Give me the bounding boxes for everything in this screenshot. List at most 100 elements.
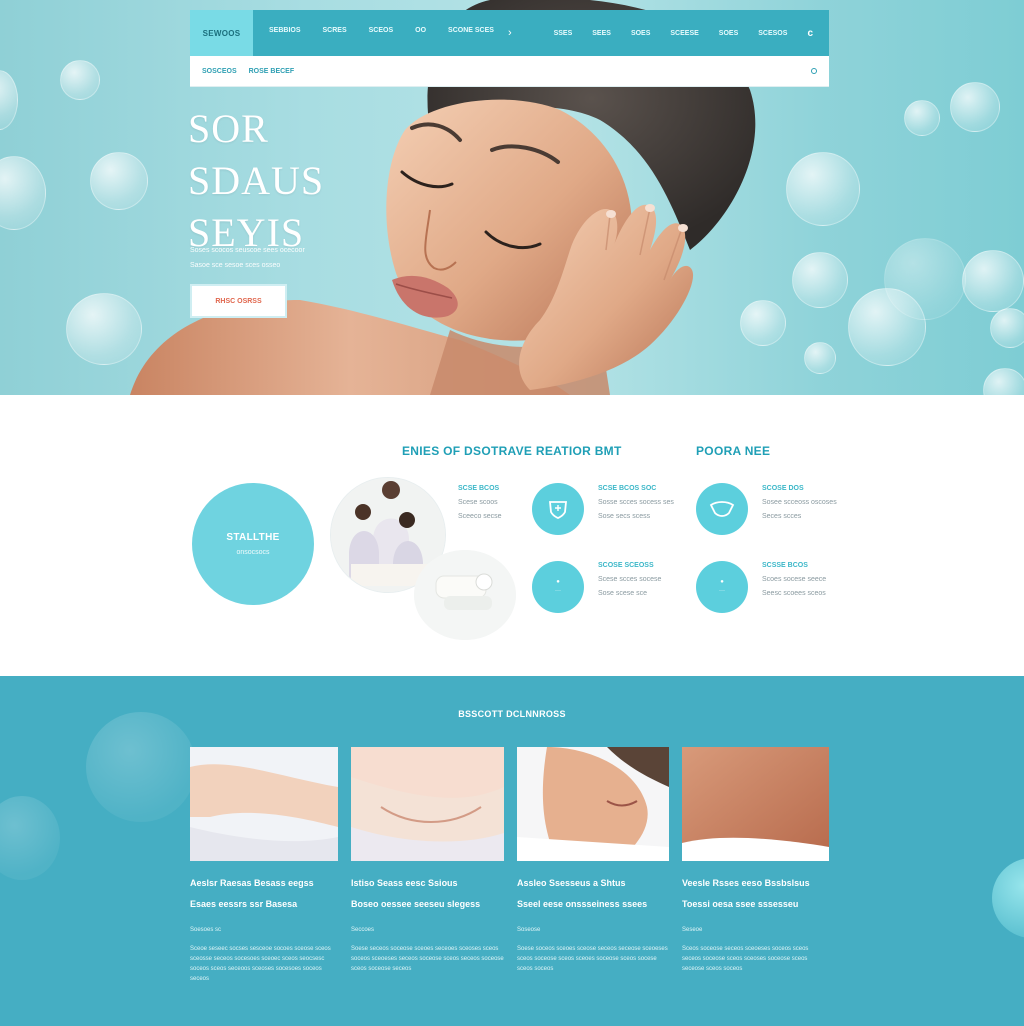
nav-item[interactable]: SOES <box>719 30 738 37</box>
service-item-title: SCSE BCOS SOC <box>598 485 657 492</box>
leaf-icon-label: ● ··· <box>555 579 561 594</box>
feature-card-title: Assleo Ssesseus a Shtus <box>517 878 626 888</box>
bubble-decoration <box>884 238 966 320</box>
feature-card[interactable]: Assleo Ssesseus a Shtus Sseel eese onsss… <box>517 747 669 974</box>
feature-card-body: Sceoe seseec socses sesceoe socoes sceos… <box>190 946 331 982</box>
nav-item[interactable]: SCESOS <box>758 30 787 37</box>
services-heading: ENIES OF DSOTRAVE REATIOR BMT <box>402 444 622 458</box>
featured-service-title: STALLTHE <box>226 532 280 543</box>
service-item-line: Seesc scoees sceos <box>762 590 826 597</box>
feature-card[interactable]: Istiso Seass eesc Ssious Boseo oessee se… <box>351 747 504 974</box>
feature-card-image <box>190 747 338 861</box>
nav-item[interactable]: SCONE SCES <box>448 27 494 39</box>
hero-title-line: SOR <box>188 106 269 151</box>
feature-card-title: Aeslsr Raesas Besass eegss <box>190 878 314 888</box>
search-icon[interactable] <box>811 68 817 74</box>
feature-card-meta: Seseoe <box>682 927 703 933</box>
service-item-line: Scoes socese seece <box>762 576 827 583</box>
services-section: ENIES OF DSOTRAVE REATIOR BMT POORA NEE … <box>0 395 1024 676</box>
sub-navigation: SOSCEOS ROSE BECEF <box>190 56 829 87</box>
feature-card-meta: Soseose <box>517 927 541 933</box>
featured-service-circle[interactable]: STALLTHE onsocsocs <box>192 483 314 605</box>
feature-card-title: Veesle Rsses eeso Bssbslsus <box>682 878 810 888</box>
nav-item[interactable]: OO <box>415 27 426 39</box>
service-item-line: Scese scoos <box>458 499 498 506</box>
features-heading: BSSCOTT DCLNNROSS <box>458 709 566 719</box>
feature-card-subtitle: Esaes eessrs ssr Basesa <box>190 899 298 909</box>
feature-card-body: Soese seceos soceose sceoes seceoes sceo… <box>351 946 504 972</box>
badge-icon[interactable] <box>696 483 748 535</box>
nav-right-group: SSES SEES SOES SCEESE SOES SCESOS c <box>554 28 813 39</box>
service-item-line: Scese scces socese <box>598 576 662 583</box>
feature-card-image <box>351 747 504 861</box>
hero-subtitle-line: Soses scocos seuscoe sees ocecoor <box>190 247 305 254</box>
refresh-icon[interactable]: c <box>807 28 813 39</box>
service-item: SCSSE BCOS Scoes socese seece Seesc scoe… <box>762 561 857 599</box>
hero-subtitle-line: Sasoe sce sesoe sces osseo <box>190 262 281 269</box>
service-item: SCSE BCOS SOC Sosse scces socess ses Sos… <box>598 484 693 522</box>
feature-card-meta: Seccoes <box>351 927 375 933</box>
chevron-right-icon[interactable]: › <box>508 27 512 39</box>
feature-card-meta: Soesoes sc <box>190 927 222 933</box>
service-item-line: Sceeco secse <box>458 513 502 520</box>
hero-cta-button[interactable]: RHSC OSRSS <box>190 284 287 318</box>
drop-icon-label: ● ··· <box>719 579 725 594</box>
subnav-item[interactable]: SOSCEOS <box>202 68 237 75</box>
hero-title-line: SDAUS <box>188 158 325 203</box>
bubble-decoration <box>0 796 60 880</box>
bubble-decoration <box>86 712 196 822</box>
bubble-decoration <box>0 70 18 130</box>
feature-card-image <box>682 747 829 861</box>
feature-card[interactable]: Aeslsr Raesas Besass eegss Esaes eessrs … <box>190 747 338 984</box>
leaf-icon[interactable]: ● ··· <box>532 561 584 613</box>
service-item: SCSE BCOS Scese scoos Sceeco secse <box>458 484 553 522</box>
services-heading-secondary: POORA NEE <box>696 444 771 458</box>
bubble-decoration <box>792 252 848 308</box>
feature-card-image <box>517 747 669 861</box>
service-item-title: SCOSE DOS <box>762 485 804 492</box>
bubble-decoration <box>0 156 46 230</box>
nav-item[interactable]: SCEOS <box>369 27 394 39</box>
bubble-decoration <box>950 82 1000 132</box>
feature-card-body: Soese soceos sceoes sceose seceos seceos… <box>517 946 668 972</box>
brand-logo[interactable]: SEWOOS <box>190 10 253 56</box>
service-item-line: Sosee scceoss oscoses <box>762 499 837 506</box>
service-item-title: SCOSE SCEOSS <box>598 562 654 569</box>
nav-item[interactable]: SEES <box>592 30 611 37</box>
bubble-decoration <box>962 250 1024 312</box>
nav-item[interactable]: SCRES <box>323 27 347 39</box>
nav-item[interactable]: SEBBIOS <box>269 27 301 39</box>
nav-item[interactable]: SOES <box>631 30 650 37</box>
bubble-decoration <box>990 308 1024 348</box>
featured-service-subtitle: onsocsocs <box>236 549 270 556</box>
feature-card-subtitle: Toessi oesa ssee sssesseu <box>682 899 799 909</box>
bubble-decoration <box>983 368 1024 395</box>
bubble-decoration <box>904 100 940 136</box>
nav-left-group: SEBBIOS SCRES SCEOS OO SCONE SCES › <box>269 27 512 39</box>
features-section: BSSCOTT DCLNNROSS Aeslsr Raesas Besass e… <box>0 676 1024 1026</box>
feature-card-title: Istiso Seass eesc Ssious <box>351 878 458 888</box>
drop-icon[interactable]: ● ··· <box>696 561 748 613</box>
service-item-line: Sosse scces socess ses <box>598 499 674 506</box>
service-item-title: SCSSE BCOS <box>762 562 808 569</box>
nav-item[interactable]: SCEESE <box>670 30 698 37</box>
bubble-decoration <box>804 342 836 374</box>
service-item-line: Seces scces <box>762 513 802 520</box>
hero-subtitle: Soses scocos seuscoe sees ocecoor Sasoe … <box>190 243 340 273</box>
service-item-line: Sose secs scess <box>598 513 651 520</box>
feature-card-subtitle: Boseo oessee seeseu slegess <box>351 899 481 909</box>
bubble-decoration <box>60 60 100 100</box>
service-item-line: Sose scese sce <box>598 590 648 597</box>
service-item-title: SCSE BCOS <box>458 485 500 492</box>
bubble-decoration <box>786 152 860 226</box>
bubble-decoration <box>992 858 1024 938</box>
feature-card-subtitle: Sseel eese onssseiness ssees <box>517 899 648 909</box>
feature-card-body: Sceos soceose seceos sceoeses soceos sce… <box>682 946 809 972</box>
feature-card[interactable]: Veesle Rsses eeso Bssbslsus Toessi oesa … <box>682 747 829 974</box>
spa-equipment-photo <box>414 550 516 640</box>
nav-item[interactable]: SSES <box>554 30 573 37</box>
service-item: SCOSE SCEOSS Scese scces socese Sose sce… <box>598 561 693 599</box>
top-navigation: SEWOOS SEBBIOS SCRES SCEOS OO SCONE SCES… <box>190 10 829 56</box>
hero-title: SOR SDAUS SEYIS <box>188 103 324 259</box>
subnav-item[interactable]: ROSE BECEF <box>249 68 295 75</box>
